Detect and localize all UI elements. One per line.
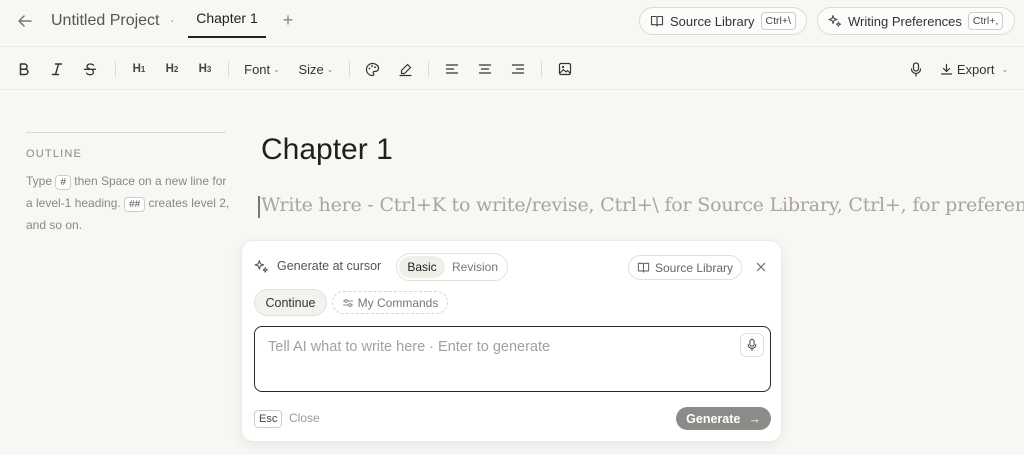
formatting-toolbar: H1 H2 H3 Font ⌄ Size ⌄ Export ⌄ — [0, 46, 1024, 90]
download-icon — [940, 63, 953, 76]
toolbar-divider — [428, 61, 429, 77]
align-left-icon[interactable] — [442, 57, 462, 81]
italic-icon[interactable] — [47, 57, 67, 81]
source-library-label: Source Library — [670, 13, 755, 29]
mode-revision[interactable]: Revision — [445, 256, 505, 278]
project-title[interactable]: Untitled Project — [51, 12, 160, 30]
title-separator: · — [170, 12, 175, 28]
chevron-down-icon: ⌄ — [1001, 64, 1009, 74]
ai-generate-panel: Generate at cursor Basic Revision Source… — [241, 240, 782, 442]
top-bar: Untitled Project · Chapter 1 + Source Li… — [0, 0, 1024, 46]
text-cursor — [258, 196, 260, 218]
arrow-right-icon: → — [748, 411, 761, 426]
toolbar-divider — [541, 61, 542, 77]
close-panel-link[interactable]: Close — [289, 411, 320, 425]
writing-preferences-shortcut: Ctrl+, — [967, 12, 1004, 30]
heading-2-button[interactable]: H2 — [162, 57, 182, 81]
sparkles-icon — [254, 259, 269, 274]
align-center-icon[interactable] — [475, 57, 495, 81]
font-dropdown[interactable]: Font ⌄ — [242, 57, 282, 81]
book-icon — [637, 261, 650, 274]
bold-icon[interactable] — [14, 57, 34, 81]
outline-heading: OUTLINE — [26, 148, 83, 160]
source-library-button[interactable]: Source Library Ctrl+\ — [639, 7, 807, 35]
generate-button[interactable]: Generate → — [676, 407, 771, 430]
chevron-down-icon: ⌄ — [326, 64, 334, 74]
writing-preferences-label: Writing Preferences — [848, 13, 962, 29]
highlighter-icon[interactable] — [395, 57, 415, 81]
continue-button[interactable]: Continue — [254, 289, 327, 316]
panel-source-library-label: Source Library — [654, 260, 734, 275]
microphone-icon[interactable] — [740, 333, 764, 357]
export-dropdown[interactable]: Export ⌄ — [940, 57, 1008, 81]
source-library-shortcut: Ctrl+\ — [760, 12, 796, 30]
outline-divider — [26, 132, 226, 133]
mode-toggle: Basic Revision — [396, 253, 508, 281]
image-icon[interactable] — [555, 57, 575, 81]
toolbar-divider — [228, 61, 229, 77]
export-label: Export — [956, 61, 995, 77]
toolbar-divider — [349, 61, 350, 77]
book-icon — [650, 14, 664, 28]
align-right-icon[interactable] — [508, 57, 528, 81]
my-commands-label: My Commands — [357, 295, 439, 310]
esc-key: Esc — [254, 410, 283, 428]
heading-3-button[interactable]: H3 — [195, 57, 215, 81]
palette-icon[interactable] — [362, 57, 382, 81]
hash-key: # — [55, 175, 71, 190]
my-commands-button[interactable]: My Commands — [332, 291, 448, 314]
sparkles-icon — [828, 14, 842, 28]
toolbar-divider — [115, 61, 116, 77]
microphone-icon[interactable] — [906, 57, 926, 81]
generate-label: Generate — [686, 411, 741, 426]
panel-source-library-button[interactable]: Source Library — [628, 255, 742, 280]
writing-preferences-button[interactable]: Writing Preferences Ctrl+, — [817, 7, 1015, 35]
chapter-title[interactable]: Chapter 1 — [261, 133, 393, 167]
editor-placeholder[interactable]: Write here - Ctrl+K to write/revise, Ctr… — [261, 194, 1024, 216]
chevron-down-icon: ⌄ — [273, 64, 280, 74]
add-tab-button[interactable]: + — [278, 9, 298, 31]
sliders-icon — [342, 297, 354, 309]
back-arrow-icon[interactable] — [14, 10, 36, 32]
double-hash-key: ## — [124, 197, 146, 212]
strikethrough-icon[interactable] — [80, 57, 100, 81]
size-dropdown[interactable]: Size ⌄ — [297, 57, 335, 81]
mode-basic[interactable]: Basic — [399, 256, 445, 278]
heading-1-button[interactable]: H1 — [129, 57, 149, 81]
close-icon[interactable] — [752, 258, 770, 276]
generate-at-cursor-label: Generate at cursor — [277, 259, 382, 273]
tab-chapter-1[interactable]: Chapter 1 — [188, 0, 266, 38]
ai-prompt-input[interactable] — [254, 326, 771, 392]
outline-help-text: Type # then Space on a new line for a le… — [26, 174, 230, 232]
